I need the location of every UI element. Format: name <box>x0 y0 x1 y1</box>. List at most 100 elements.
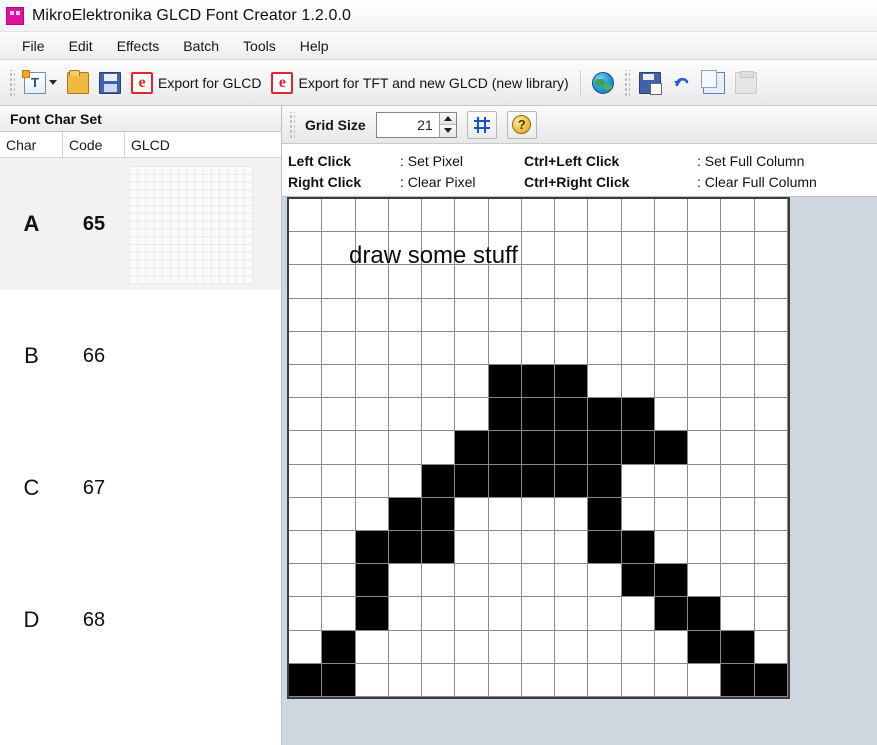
pixel-cell[interactable] <box>588 597 622 631</box>
pixel-cell[interactable] <box>588 564 622 598</box>
pixel-cell[interactable] <box>555 531 589 565</box>
pixel-cell[interactable] <box>654 199 689 233</box>
help-button[interactable]: ? <box>506 110 537 139</box>
pixel-cell[interactable] <box>621 298 655 332</box>
pixel-cell[interactable] <box>654 630 689 664</box>
pixel-cell[interactable] <box>654 597 689 631</box>
pixel-cell[interactable] <box>388 298 423 332</box>
grid-size-decrement[interactable] <box>439 124 456 137</box>
pixel-cell[interactable] <box>388 431 423 465</box>
pixel-cell[interactable] <box>588 232 622 266</box>
pixel-cell[interactable] <box>322 232 356 266</box>
pixel-cell[interactable] <box>355 431 389 465</box>
pixel-cell[interactable] <box>721 564 755 598</box>
pixel-cell[interactable] <box>322 630 356 664</box>
pixel-cell[interactable] <box>455 232 489 266</box>
pixel-cell[interactable] <box>688 331 722 365</box>
pixel-cell[interactable] <box>355 265 389 299</box>
pixel-cell[interactable] <box>422 497 456 531</box>
export-tft-button[interactable]: Export for TFT and new GLCD (new library… <box>266 66 573 100</box>
pixel-cell[interactable] <box>621 398 655 432</box>
pixel-cell[interactable] <box>688 663 722 697</box>
pixel-cell[interactable] <box>654 398 689 432</box>
pixel-cell[interactable] <box>721 365 755 399</box>
pixel-cell[interactable] <box>388 398 423 432</box>
pixel-cell[interactable] <box>621 199 655 233</box>
pixel-cell[interactable] <box>355 497 389 531</box>
pixel-cell[interactable] <box>555 398 589 432</box>
pixel-cell[interactable] <box>721 298 755 332</box>
pixel-cell[interactable] <box>754 199 788 233</box>
pixel-cell[interactable] <box>588 663 622 697</box>
pixel-cell[interactable] <box>455 199 489 233</box>
pixel-cell[interactable] <box>721 663 755 697</box>
pixel-cell[interactable] <box>588 464 622 498</box>
pixel-cell[interactable] <box>289 232 323 266</box>
pixel-cell[interactable] <box>355 331 389 365</box>
table-row[interactable]: C 67 <box>0 422 281 554</box>
pixel-cell[interactable] <box>621 464 655 498</box>
pixel-cell[interactable] <box>488 232 522 266</box>
pixel-cell[interactable] <box>322 497 356 531</box>
copy-button[interactable] <box>698 66 730 100</box>
pixel-cell[interactable] <box>521 232 556 266</box>
pixel-cell[interactable] <box>388 199 423 233</box>
pixel-cell[interactable] <box>555 431 589 465</box>
pixel-cell[interactable] <box>388 564 423 598</box>
pixel-cell[interactable] <box>621 365 655 399</box>
pixel-cell[interactable] <box>388 365 423 399</box>
grid-toggle-button[interactable] <box>466 110 497 139</box>
pixel-cell[interactable] <box>688 298 722 332</box>
pixel-cell[interactable] <box>455 564 489 598</box>
pixel-cell[interactable] <box>289 630 323 664</box>
pixel-cell[interactable] <box>322 531 356 565</box>
pixel-cell[interactable] <box>455 531 489 565</box>
pixel-cell[interactable] <box>455 265 489 299</box>
pixel-cell[interactable] <box>355 564 389 598</box>
pixel-cell[interactable] <box>754 298 788 332</box>
pixel-cell[interactable] <box>488 630 522 664</box>
pixel-cell[interactable] <box>289 564 323 598</box>
pixel-cell[interactable] <box>621 497 655 531</box>
toolbar-grip[interactable] <box>8 69 15 96</box>
pixel-cell[interactable] <box>555 464 589 498</box>
pixel-cell[interactable] <box>588 497 622 531</box>
pixel-cell[interactable] <box>422 265 456 299</box>
pixel-cell[interactable] <box>721 597 755 631</box>
pixel-cell[interactable] <box>555 199 589 233</box>
pixel-cell[interactable] <box>488 564 522 598</box>
pixel-grid[interactable] <box>287 197 790 699</box>
row-glcd-preview[interactable] <box>125 554 281 686</box>
pixel-cell[interactable] <box>289 199 323 233</box>
pixel-cell[interactable] <box>455 365 489 399</box>
row-glcd-preview[interactable] <box>125 422 281 554</box>
pixel-cell[interactable] <box>289 365 323 399</box>
pixel-cell[interactable] <box>455 464 489 498</box>
pixel-cell[interactable] <box>488 431 522 465</box>
pixel-cell[interactable] <box>488 365 522 399</box>
pixel-cell[interactable] <box>355 398 389 432</box>
pixel-cell[interactable] <box>521 331 556 365</box>
pixel-cell[interactable] <box>654 298 689 332</box>
pixel-cell[interactable] <box>754 265 788 299</box>
pixel-cell[interactable] <box>422 365 456 399</box>
pixel-cell[interactable] <box>688 564 722 598</box>
pixel-cell[interactable] <box>422 464 456 498</box>
table-row[interactable]: B 66 <box>0 290 281 422</box>
pixel-cell[interactable] <box>488 663 522 697</box>
pixel-cell[interactable] <box>488 398 522 432</box>
pixel-cell[interactable] <box>388 497 423 531</box>
pixel-cell[interactable] <box>455 497 489 531</box>
pixel-cell[interactable] <box>355 232 389 266</box>
pixel-cell[interactable] <box>621 431 655 465</box>
pixel-cell[interactable] <box>322 663 356 697</box>
pixel-cell[interactable] <box>521 663 556 697</box>
pixel-cell[interactable] <box>488 464 522 498</box>
pixel-cell[interactable] <box>388 531 423 565</box>
pixel-cell[interactable] <box>555 298 589 332</box>
web-button[interactable] <box>587 66 619 100</box>
pixel-cell[interactable] <box>422 597 456 631</box>
pixel-cell[interactable] <box>555 630 589 664</box>
pixel-cell[interactable] <box>455 298 489 332</box>
grid-size-stepper[interactable] <box>375 111 457 138</box>
